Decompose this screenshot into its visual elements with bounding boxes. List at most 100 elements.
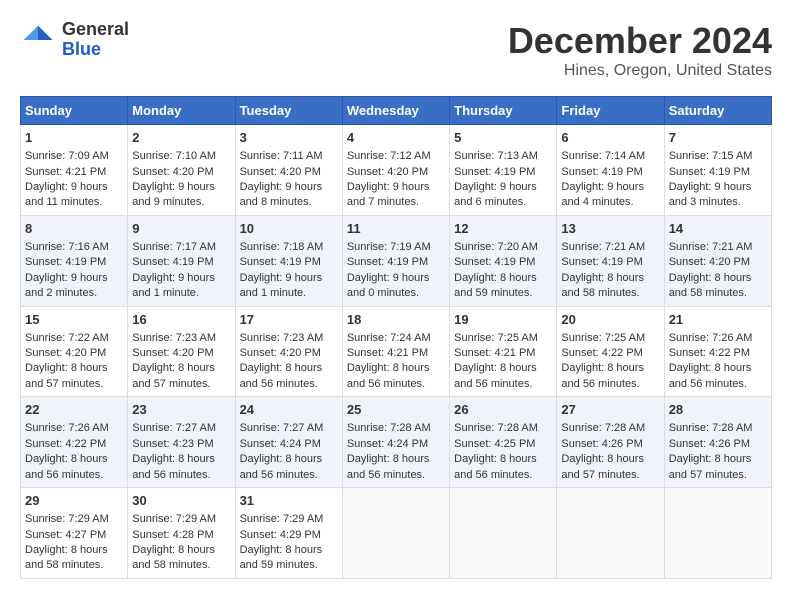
logo-text: General Blue (62, 20, 129, 60)
sunset-text: Sunset: 4:24 PM (347, 437, 445, 452)
sunrise-text: Sunrise: 7:27 AM (132, 421, 230, 436)
sunrise-text: Sunrise: 7:10 AM (132, 149, 230, 164)
calendar-table: SundayMondayTuesdayWednesdayThursdayFrid… (20, 96, 772, 579)
sunset-text: Sunset: 4:19 PM (240, 255, 338, 270)
sunrise-text: Sunrise: 7:23 AM (132, 331, 230, 346)
daylight-text: Daylight: 8 hours and 57 minutes. (25, 361, 123, 392)
header-row: SundayMondayTuesdayWednesdayThursdayFrid… (21, 97, 772, 125)
calendar-cell: 14Sunrise: 7:21 AMSunset: 4:20 PMDayligh… (664, 215, 771, 306)
sunrise-text: Sunrise: 7:26 AM (25, 421, 123, 436)
day-number: 16 (132, 311, 230, 329)
daylight-text: Daylight: 8 hours and 56 minutes. (347, 361, 445, 392)
day-number: 12 (454, 220, 552, 238)
calendar-cell: 13Sunrise: 7:21 AMSunset: 4:19 PMDayligh… (557, 215, 664, 306)
daylight-text: Daylight: 8 hours and 59 minutes. (454, 271, 552, 302)
sunrise-text: Sunrise: 7:29 AM (25, 512, 123, 527)
day-number: 6 (561, 129, 659, 147)
daylight-text: Daylight: 9 hours and 8 minutes. (240, 180, 338, 211)
week-row-5: 29Sunrise: 7:29 AMSunset: 4:27 PMDayligh… (21, 488, 772, 579)
calendar-cell: 30Sunrise: 7:29 AMSunset: 4:28 PMDayligh… (128, 488, 235, 579)
daylight-text: Daylight: 8 hours and 58 minutes. (132, 543, 230, 574)
daylight-text: Daylight: 8 hours and 58 minutes. (25, 543, 123, 574)
sunset-text: Sunset: 4:19 PM (454, 255, 552, 270)
daylight-text: Daylight: 8 hours and 56 minutes. (454, 361, 552, 392)
daylight-text: Daylight: 8 hours and 57 minutes. (132, 361, 230, 392)
day-number: 3 (240, 129, 338, 147)
sunrise-text: Sunrise: 7:12 AM (347, 149, 445, 164)
sunrise-text: Sunrise: 7:27 AM (240, 421, 338, 436)
day-number: 4 (347, 129, 445, 147)
day-number: 29 (25, 492, 123, 510)
calendar-cell: 31Sunrise: 7:29 AMSunset: 4:29 PMDayligh… (235, 488, 342, 579)
sunrise-text: Sunrise: 7:21 AM (561, 240, 659, 255)
daylight-text: Daylight: 8 hours and 56 minutes. (454, 452, 552, 483)
logo: General Blue (20, 20, 129, 60)
sunset-text: Sunset: 4:29 PM (240, 528, 338, 543)
calendar-cell: 18Sunrise: 7:24 AMSunset: 4:21 PMDayligh… (342, 306, 449, 397)
sunset-text: Sunset: 4:19 PM (454, 165, 552, 180)
sunset-text: Sunset: 4:24 PM (240, 437, 338, 452)
sunrise-text: Sunrise: 7:15 AM (669, 149, 767, 164)
sunrise-text: Sunrise: 7:23 AM (240, 331, 338, 346)
sunset-text: Sunset: 4:20 PM (347, 165, 445, 180)
col-header-tuesday: Tuesday (235, 97, 342, 125)
sunrise-text: Sunrise: 7:26 AM (669, 331, 767, 346)
sunrise-text: Sunrise: 7:25 AM (454, 331, 552, 346)
sunset-text: Sunset: 4:21 PM (454, 346, 552, 361)
day-number: 23 (132, 401, 230, 419)
calendar-cell: 3 Sunrise: 7:11 AMSunset: 4:20 PMDaylight… (235, 125, 342, 216)
sunset-text: Sunset: 4:26 PM (561, 437, 659, 452)
daylight-text: Daylight: 8 hours and 56 minutes. (561, 361, 659, 392)
daylight-text: Daylight: 8 hours and 56 minutes. (669, 361, 767, 392)
col-header-saturday: Saturday (664, 97, 771, 125)
calendar-cell: 26Sunrise: 7:28 AMSunset: 4:25 PMDayligh… (450, 397, 557, 488)
calendar-cell: 29 Sunrise: 7:29 AMSunset: 4:27 PMDayligh… (21, 488, 128, 579)
day-number: 18 (347, 311, 445, 329)
sunrise-text: Sunrise: 7:16 AM (25, 240, 123, 255)
sunrise-text: Sunrise: 7:21 AM (669, 240, 767, 255)
sunset-text: Sunset: 4:27 PM (25, 528, 123, 543)
daylight-text: Daylight: 8 hours and 56 minutes. (240, 361, 338, 392)
day-number: 31 (240, 492, 338, 510)
sunset-text: Sunset: 4:19 PM (561, 165, 659, 180)
day-number: 14 (669, 220, 767, 238)
sunrise-text: Sunrise: 7:19 AM (347, 240, 445, 255)
sunrise-text: Sunrise: 7:14 AM (561, 149, 659, 164)
daylight-text: Daylight: 9 hours and 3 minutes. (669, 180, 767, 211)
sunset-text: Sunset: 4:19 PM (25, 255, 123, 270)
main-title: December 2024 (508, 20, 772, 62)
sunset-text: Sunset: 4:19 PM (561, 255, 659, 270)
sunrise-text: Sunrise: 7:11 AM (240, 149, 338, 164)
calendar-cell: 24Sunrise: 7:27 AMSunset: 4:24 PMDayligh… (235, 397, 342, 488)
calendar-cell: 8Sunrise: 7:16 AMSunset: 4:19 PMDaylight… (21, 215, 128, 306)
daylight-text: Daylight: 9 hours and 0 minutes. (347, 271, 445, 302)
calendar-cell: 28Sunrise: 7:28 AMSunset: 4:26 PMDayligh… (664, 397, 771, 488)
calendar-cell: 1Sunrise: 7:09 AMSunset: 4:21 PMDaylight… (21, 125, 128, 216)
day-number: 8 (25, 220, 123, 238)
calendar-cell: 5Sunrise: 7:13 AMSunset: 4:19 PMDaylight… (450, 125, 557, 216)
day-number: 25 (347, 401, 445, 419)
sunrise-text: Sunrise: 7:28 AM (454, 421, 552, 436)
sunset-text: Sunset: 4:22 PM (669, 346, 767, 361)
title-area: December 2024 Hines, Oregon, United Stat… (508, 20, 772, 80)
daylight-text: Daylight: 9 hours and 7 minutes. (347, 180, 445, 211)
day-number: 7 (669, 129, 767, 147)
sunset-text: Sunset: 4:20 PM (240, 165, 338, 180)
week-row-1: 1Sunrise: 7:09 AMSunset: 4:21 PMDaylight… (21, 125, 772, 216)
day-number: 2 (132, 129, 230, 147)
calendar-cell (342, 488, 449, 579)
day-number: 19 (454, 311, 552, 329)
sunrise-text: Sunrise: 7:29 AM (132, 512, 230, 527)
calendar-cell: 4 Sunrise: 7:12 AMSunset: 4:20 PMDaylight… (342, 125, 449, 216)
logo-general-text: General (62, 20, 129, 40)
daylight-text: Daylight: 8 hours and 57 minutes. (561, 452, 659, 483)
header: General Blue December 2024 Hines, Oregon… (20, 20, 772, 80)
daylight-text: Daylight: 9 hours and 11 minutes. (25, 180, 123, 211)
calendar-cell: 25Sunrise: 7:28 AMSunset: 4:24 PMDayligh… (342, 397, 449, 488)
col-header-thursday: Thursday (450, 97, 557, 125)
daylight-text: Daylight: 8 hours and 59 minutes. (240, 543, 338, 574)
logo-icon (20, 22, 56, 58)
day-number: 28 (669, 401, 767, 419)
sunrise-text: Sunrise: 7:20 AM (454, 240, 552, 255)
daylight-text: Daylight: 8 hours and 58 minutes. (669, 271, 767, 302)
